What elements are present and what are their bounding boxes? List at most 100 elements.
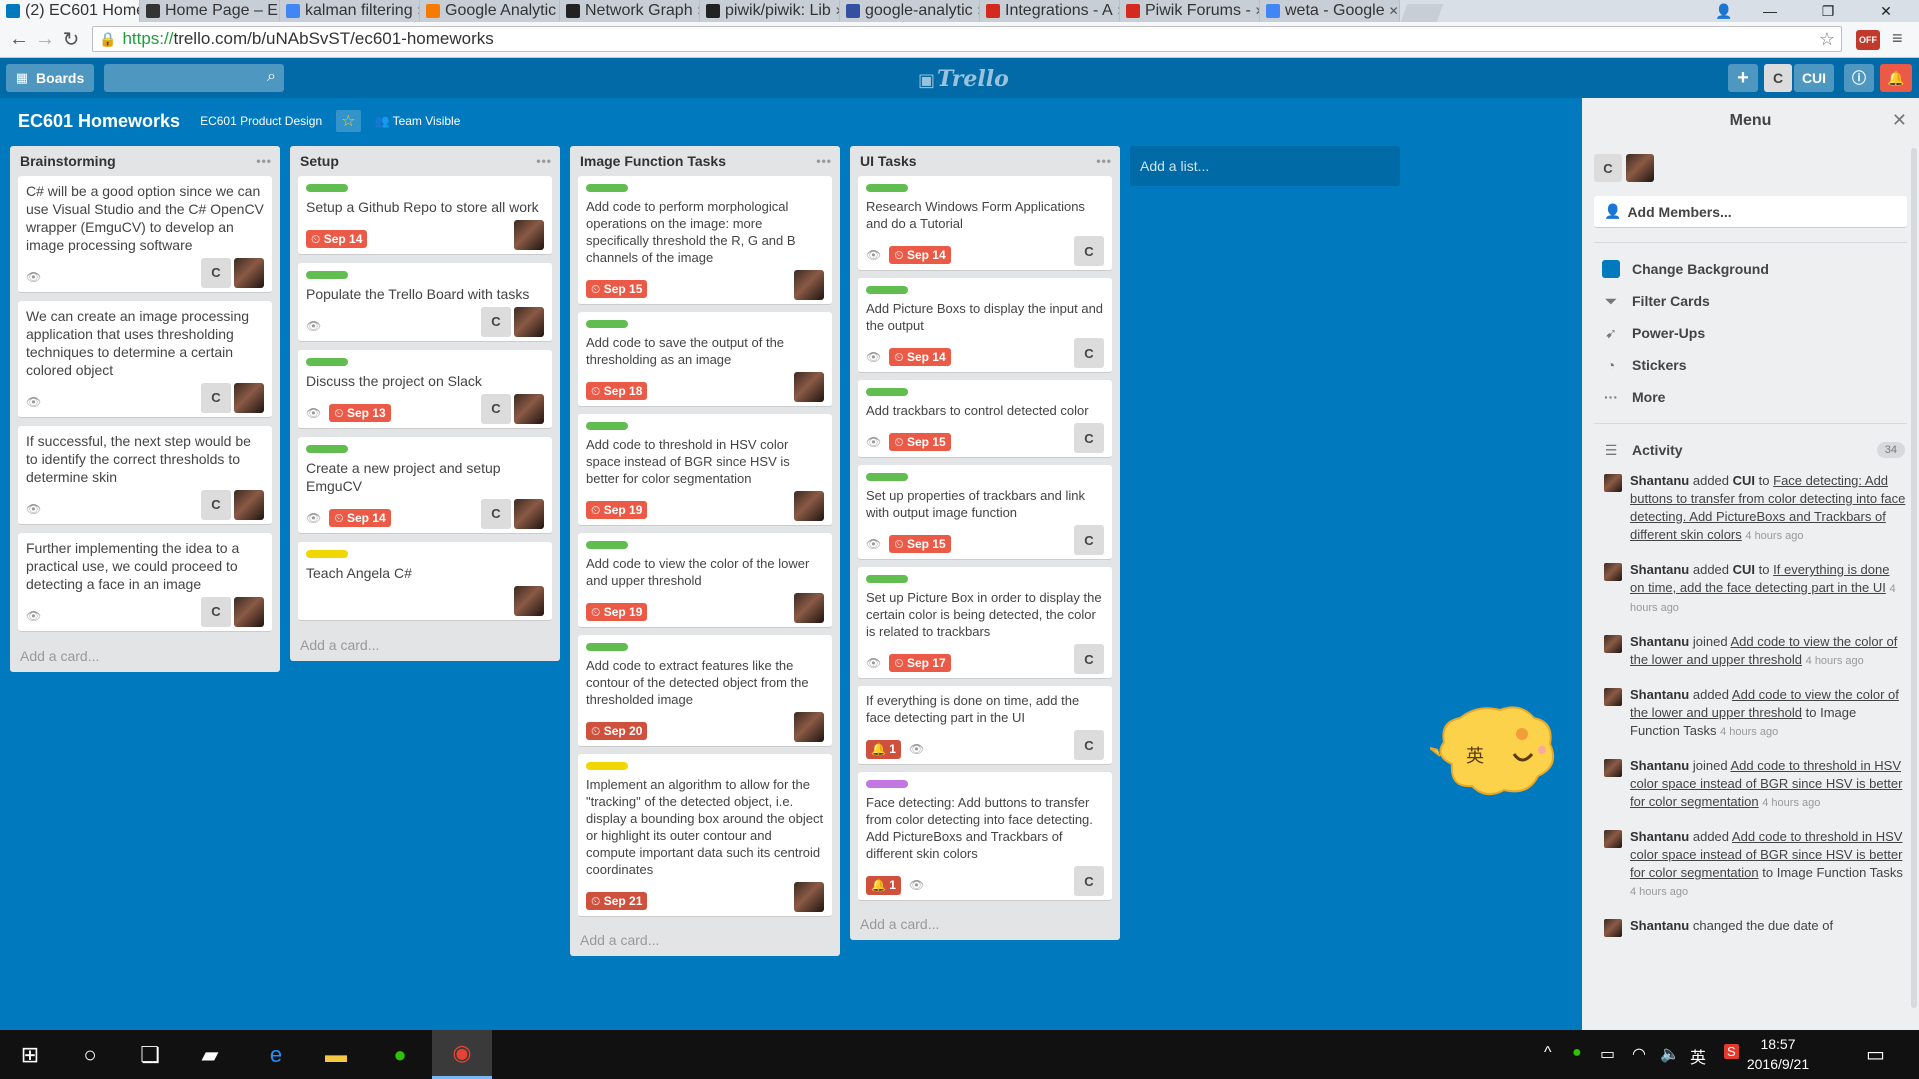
card[interactable]: Setup a Github Repo to store all work Sep… bbox=[298, 176, 552, 255]
board-visibility[interactable]: 👥 Team Visible bbox=[375, 114, 461, 128]
member-avatar-photo[interactable] bbox=[234, 490, 264, 520]
close-tab-icon[interactable]: ✕ bbox=[413, 4, 419, 18]
browser-tab[interactable]: Home Page – E✕ bbox=[140, 0, 280, 22]
list-menu-icon[interactable]: ••• bbox=[536, 154, 552, 168]
volume-icon[interactable]: 🔈 bbox=[1660, 1044, 1680, 1064]
member-avatar-photo[interactable] bbox=[1626, 154, 1654, 182]
activity-target-user[interactable]: CUI bbox=[1733, 562, 1755, 577]
notifications-bell-icon[interactable]: 🔔 bbox=[1880, 64, 1912, 92]
restore-button[interactable]: ❐ bbox=[1805, 0, 1851, 22]
card[interactable]: Set up properties of trackbars and link … bbox=[858, 465, 1112, 560]
browser-tab[interactable]: kalman filtering✕ bbox=[280, 0, 420, 22]
member-avatar-c[interactable]: C bbox=[1074, 866, 1104, 896]
user-avatar[interactable]: C bbox=[1764, 64, 1792, 92]
activity-user[interactable]: Shantanu bbox=[1630, 758, 1689, 773]
card[interactable]: We can create an image processing applic… bbox=[18, 301, 272, 418]
add-card-button[interactable]: Add a card... bbox=[578, 924, 832, 956]
member-avatar-c[interactable]: C bbox=[1074, 644, 1104, 674]
card[interactable]: Populate the Trello Board with tasks 👁 C bbox=[298, 263, 552, 342]
bookmark-star-icon[interactable]: ☆ bbox=[1819, 29, 1835, 50]
extension-icon[interactable]: OFF bbox=[1856, 30, 1880, 50]
card[interactable]: Set up Picture Box in order to display t… bbox=[858, 567, 1112, 679]
star-board-icon[interactable]: ☆ bbox=[336, 110, 361, 132]
close-menu-icon[interactable]: ✕ bbox=[1892, 110, 1907, 131]
chrome-menu-icon[interactable]: ≡ bbox=[1892, 28, 1903, 49]
back-icon[interactable]: ← bbox=[6, 28, 32, 51]
member-avatar-photo[interactable] bbox=[234, 597, 264, 627]
member-avatar-photo[interactable] bbox=[794, 491, 824, 521]
member-avatar-c[interactable]: C bbox=[1074, 338, 1104, 368]
member-avatar-c[interactable]: C bbox=[481, 499, 511, 529]
system-clock[interactable]: 18:57 2016/9/21 bbox=[1738, 1034, 1818, 1074]
member-avatar-c[interactable]: C bbox=[201, 490, 231, 520]
member-avatar-photo[interactable] bbox=[234, 383, 264, 413]
menu-item-more[interactable]: ··· More bbox=[1582, 381, 1919, 413]
tray-chevron-icon[interactable]: ^ bbox=[1544, 1044, 1552, 1062]
card[interactable]: Add code to extract features like the co… bbox=[578, 635, 832, 747]
activity-user[interactable]: Shantanu bbox=[1630, 562, 1689, 577]
list-header[interactable]: UI Tasks ••• bbox=[858, 146, 1112, 176]
close-tab-icon[interactable]: ✕ bbox=[693, 4, 699, 18]
browser-tab[interactable]: (2) EC601 Home✕ bbox=[0, 0, 140, 22]
member-avatar-photo[interactable] bbox=[794, 712, 824, 742]
member-avatar-photo[interactable] bbox=[514, 307, 544, 337]
activity-user[interactable]: Shantanu bbox=[1630, 918, 1689, 933]
edge-icon[interactable]: e bbox=[246, 1030, 306, 1079]
file-explorer-icon[interactable]: ▬ bbox=[306, 1030, 366, 1079]
add-card-button[interactable]: Add a card... bbox=[298, 629, 552, 661]
activity-user[interactable]: Shantanu bbox=[1630, 634, 1689, 649]
browser-tab[interactable]: piwik/piwik: Lib✕ bbox=[700, 0, 840, 22]
url-input[interactable]: 🔒 https:// trello.com/b/uNAbSvST/ec601-h… bbox=[92, 26, 1842, 52]
card[interactable]: Teach Angela C# bbox=[298, 542, 552, 621]
add-list-button[interactable]: Add a list... bbox=[1130, 146, 1400, 186]
list-menu-icon[interactable]: ••• bbox=[816, 154, 832, 168]
card[interactable]: Add Picture Boxs to display the input an… bbox=[858, 278, 1112, 373]
trello-logo[interactable]: ▣Trello bbox=[918, 66, 1009, 92]
wifi-icon[interactable]: ◠ bbox=[1632, 1044, 1646, 1064]
member-avatar-photo[interactable] bbox=[234, 258, 264, 288]
member-avatar-photo[interactable] bbox=[514, 499, 544, 529]
menu-item-stickers[interactable]: ◔ Stickers bbox=[1582, 349, 1919, 381]
member-avatar-c[interactable]: C bbox=[481, 394, 511, 424]
member-avatar-c[interactable]: C bbox=[1074, 525, 1104, 555]
member-avatar-photo[interactable] bbox=[514, 394, 544, 424]
activity-user[interactable]: Shantanu bbox=[1630, 473, 1689, 488]
member-avatar-c[interactable]: C bbox=[1074, 730, 1104, 760]
card[interactable]: Create a new project and setup EmguCV 👁 Se… bbox=[298, 437, 552, 534]
search-circle-icon[interactable]: ○ bbox=[60, 1030, 120, 1079]
member-avatar-c[interactable]: C bbox=[1594, 154, 1622, 182]
list-header[interactable]: Image Function Tasks ••• bbox=[578, 146, 832, 176]
reload-icon[interactable]: ↻ bbox=[58, 27, 84, 52]
activity-target-user[interactable]: CUI bbox=[1733, 473, 1755, 488]
card[interactable]: Implement an algorithm to allow for the … bbox=[578, 754, 832, 917]
app-icon[interactable]: ▰ bbox=[180, 1030, 240, 1079]
card[interactable]: C# will be a good option since we can us… bbox=[18, 176, 272, 293]
member-avatar-photo[interactable] bbox=[794, 270, 824, 300]
menu-item-change-background[interactable]: Change Background bbox=[1582, 253, 1919, 285]
info-icon[interactable]: ⓘ bbox=[1844, 64, 1874, 92]
wechat-icon[interactable]: ● bbox=[370, 1030, 430, 1079]
menu-item-filter-cards[interactable]: ⏷ Filter Cards bbox=[1582, 285, 1919, 317]
member-avatar-photo[interactable] bbox=[794, 372, 824, 402]
close-tab-icon[interactable]: ✕ bbox=[1251, 4, 1259, 18]
ime-mascot-icon[interactable]: 英 bbox=[1429, 704, 1560, 800]
forward-icon[interactable]: → bbox=[32, 28, 58, 51]
sidebar-scrollbar[interactable] bbox=[1911, 148, 1917, 1008]
add-members-button[interactable]: 👤 Add Members... bbox=[1594, 196, 1907, 228]
add-button[interactable]: + bbox=[1728, 64, 1758, 92]
card[interactable]: Add code to view the color of the lower … bbox=[578, 533, 832, 628]
board-team[interactable]: EC601 Product Design bbox=[200, 114, 322, 128]
browser-tab[interactable]: Integrations - A✕ bbox=[980, 0, 1120, 22]
close-tab-icon[interactable]: ✕ bbox=[973, 4, 979, 18]
close-window-button[interactable]: ✕ bbox=[1863, 0, 1909, 22]
card[interactable]: Discuss the project on Slack 👁 Sep 13 C bbox=[298, 350, 552, 429]
member-avatar-c[interactable]: C bbox=[481, 307, 511, 337]
list-menu-icon[interactable]: ••• bbox=[1096, 154, 1112, 168]
member-avatar-c[interactable]: C bbox=[1074, 423, 1104, 453]
ime-indicator[interactable]: 英 bbox=[1690, 1044, 1706, 1068]
card[interactable]: Further implementing the idea to a pract… bbox=[18, 533, 272, 632]
browser-tab[interactable]: Network Graph✕ bbox=[560, 0, 700, 22]
windows-start-icon[interactable]: ⊞ bbox=[0, 1030, 60, 1079]
card[interactable]: Add trackbars to control detected color 👁… bbox=[858, 380, 1112, 458]
close-tab-icon[interactable]: ✕ bbox=[1385, 4, 1399, 18]
